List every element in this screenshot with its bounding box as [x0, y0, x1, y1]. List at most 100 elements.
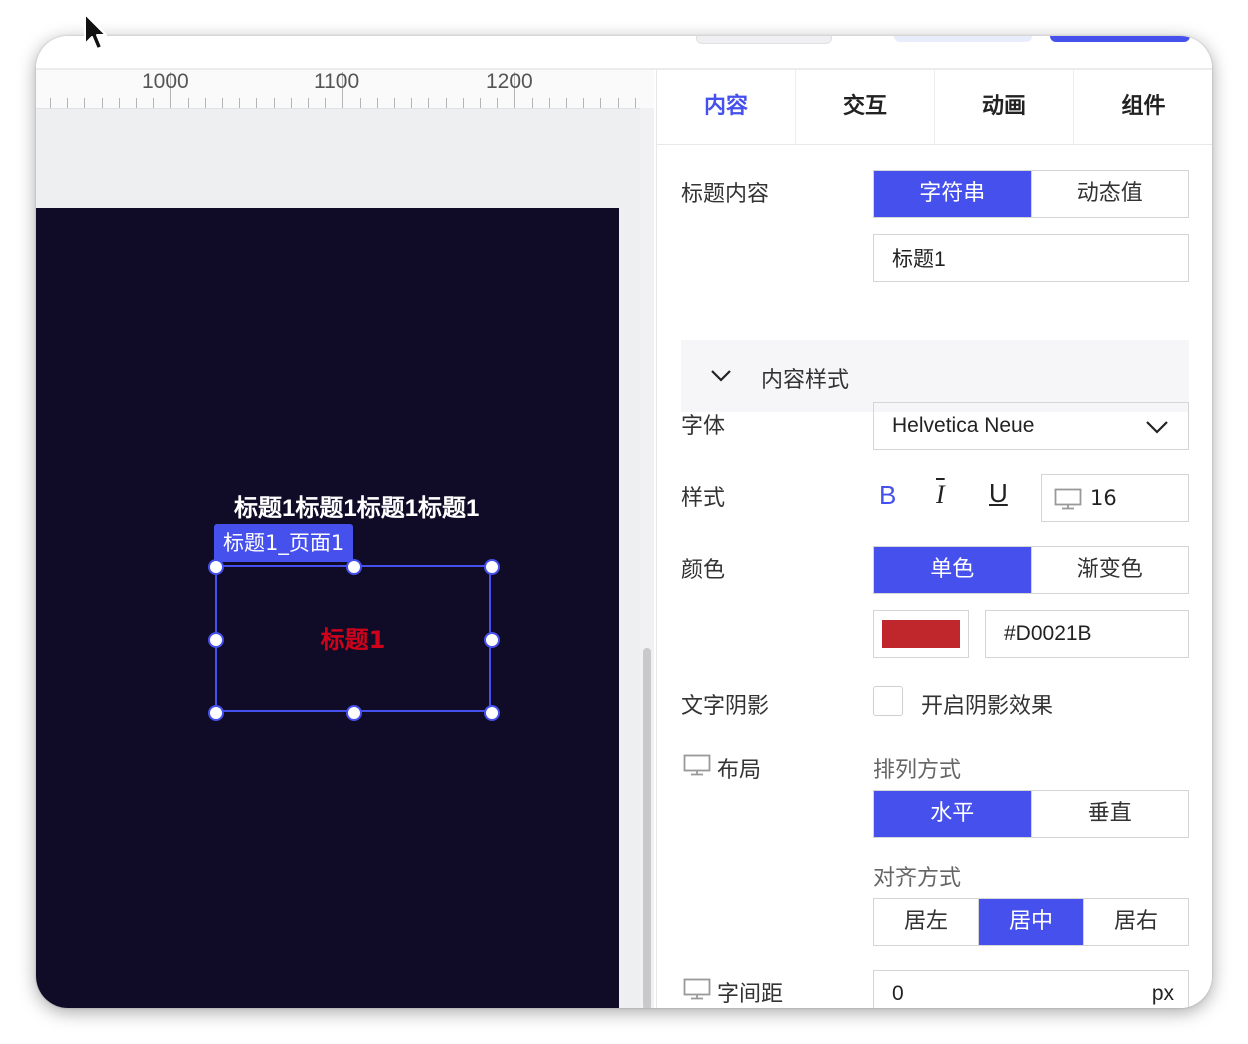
ruler-tick	[325, 98, 327, 108]
ruler-tick	[394, 98, 395, 108]
ruler-tick	[273, 98, 275, 108]
toolbar-button[interactable]	[696, 36, 832, 44]
type-dynamic-button[interactable]: 动态值	[1032, 171, 1189, 217]
canvas-heading-text[interactable]: 标题1标题1标题1标题1	[234, 488, 479, 523]
property-panel: 内容 交互 动画 组件 标题内容 字符串 动态值 内容样式 字体 Helveti…	[656, 70, 1212, 1008]
type-string-button[interactable]: 字符串	[874, 171, 1032, 217]
ruler-tick	[634, 98, 636, 108]
app-window: 1000 1100 1200 标题1标题1标题1标题1 标题1_页面1 标题1 …	[36, 36, 1212, 1008]
shadow-checkbox-label[interactable]: 开启阴影效果	[921, 688, 1053, 720]
toolbar-primary-button[interactable]	[1050, 36, 1190, 42]
layout-label: 布局	[717, 758, 762, 783]
selection-tag: 标题1_页面1	[214, 524, 354, 562]
color-swatch-picker[interactable]	[873, 610, 969, 658]
ruler-tick	[136, 98, 137, 108]
tab-animation[interactable]: 动画	[935, 70, 1074, 144]
monitor-icon	[683, 754, 711, 776]
gradient-color-button[interactable]: 渐变色	[1032, 547, 1189, 593]
color-swatch	[882, 620, 960, 648]
resize-handle-left[interactable]	[208, 632, 224, 648]
title-type-toggle: 字符串 动态值	[873, 170, 1189, 218]
font-label: 字体	[681, 414, 726, 439]
arrange-label: 排列方式	[873, 758, 962, 783]
ruler-tick	[204, 98, 206, 108]
title-value-input[interactable]	[873, 234, 1189, 282]
title-content-label: 标题内容	[681, 182, 770, 207]
ruler-tick	[84, 98, 86, 108]
ruler-tick	[153, 98, 155, 108]
ruler-label: 1200	[486, 70, 533, 93]
monitor-icon	[1054, 488, 1082, 510]
panel-tabs: 内容 交互 动画 组件	[657, 70, 1212, 145]
color-label: 颜色	[681, 558, 726, 583]
ruler-tick	[222, 98, 223, 108]
letter-spacing-unit: px	[1151, 982, 1174, 1005]
resize-handle-top-left[interactable]	[208, 559, 224, 575]
ruler-tick	[600, 98, 602, 108]
toolbar-button[interactable]	[894, 36, 1032, 42]
align-right-button[interactable]: 居右	[1084, 899, 1188, 945]
tab-content[interactable]: 内容	[657, 70, 796, 144]
ruler-tick	[376, 98, 378, 108]
solid-color-button[interactable]: 单色	[874, 547, 1032, 593]
ruler-tick	[256, 98, 258, 108]
font-select[interactable]: Helvetica Neue	[873, 402, 1189, 450]
ruler-tick	[531, 98, 533, 108]
text-shadow-label: 文字阴影	[681, 694, 770, 719]
color-mode-toggle: 单色 渐变色	[873, 546, 1189, 594]
letter-spacing-label: 字间距	[717, 982, 784, 1007]
ruler-tick	[428, 98, 430, 108]
selected-title-text[interactable]: 标题1	[215, 620, 491, 655]
arrange-vertical-button[interactable]: 垂直	[1032, 791, 1189, 837]
arrange-horizontal-button[interactable]: 水平	[874, 791, 1032, 837]
ruler-tick	[50, 98, 51, 108]
ruler-label: 1100	[314, 70, 360, 93]
font-size-input[interactable]: 16	[1041, 474, 1189, 522]
letter-spacing-value: 0	[892, 982, 904, 1005]
ruler-tick	[67, 98, 69, 108]
align-left-button[interactable]: 居左	[874, 899, 979, 945]
canvas-stage[interactable]: 标题1标题1标题1标题1 标题1_页面1 标题1	[36, 208, 619, 1008]
align-center-button[interactable]: 居中	[979, 899, 1084, 945]
ruler-tick	[480, 98, 481, 108]
ruler-label: 1000	[142, 70, 189, 93]
resize-handle-top[interactable]	[346, 559, 362, 575]
resize-handle-top-right[interactable]	[484, 559, 500, 575]
chevron-down-icon	[1146, 421, 1168, 434]
letter-spacing-input[interactable]: 0 px	[873, 970, 1189, 1008]
font-size-value: 16	[1090, 486, 1117, 510]
ruler-tick	[548, 98, 550, 108]
ruler-tick	[462, 98, 464, 108]
horizontal-ruler: 1000 1100 1200	[36, 70, 654, 109]
arrange-toggle: 水平 垂直	[873, 790, 1189, 838]
mouse-cursor-icon	[84, 13, 107, 50]
tab-component[interactable]: 组件	[1074, 70, 1212, 144]
underline-button[interactable]: U	[989, 478, 1008, 509]
ruler-tick	[583, 98, 585, 108]
ruler-tick	[187, 98, 189, 108]
ruler-tick	[445, 98, 447, 108]
resize-handle-bottom-right[interactable]	[484, 705, 500, 721]
monitor-icon	[683, 978, 711, 1000]
ruler-tick	[239, 98, 241, 108]
canvas-editor[interactable]: 1000 1100 1200 标题1标题1标题1标题1 标题1_页面1 标题1	[36, 70, 654, 1008]
content-style-label: 内容样式	[761, 368, 850, 393]
top-toolbar	[36, 36, 1212, 70]
bold-button[interactable]: B	[879, 480, 896, 511]
ruler-tick	[118, 98, 120, 108]
resize-handle-bottom-left[interactable]	[208, 705, 224, 721]
shadow-checkbox[interactable]	[873, 686, 903, 716]
ruler-tick	[101, 98, 103, 108]
resize-handle-bottom[interactable]	[346, 705, 362, 721]
resize-handle-right[interactable]	[484, 632, 500, 648]
ruler-tick	[566, 98, 567, 108]
align-label: 对齐方式	[873, 866, 962, 891]
italic-button[interactable]: I	[936, 480, 945, 510]
ruler-tick	[497, 98, 499, 108]
ruler-tick	[308, 98, 309, 108]
ruler-tick	[290, 98, 292, 108]
color-hex-input[interactable]	[985, 610, 1189, 658]
ruler-tick	[617, 98, 619, 108]
tab-interaction[interactable]: 交互	[796, 70, 935, 144]
vertical-scrollbar-thumb[interactable]	[643, 648, 651, 1008]
